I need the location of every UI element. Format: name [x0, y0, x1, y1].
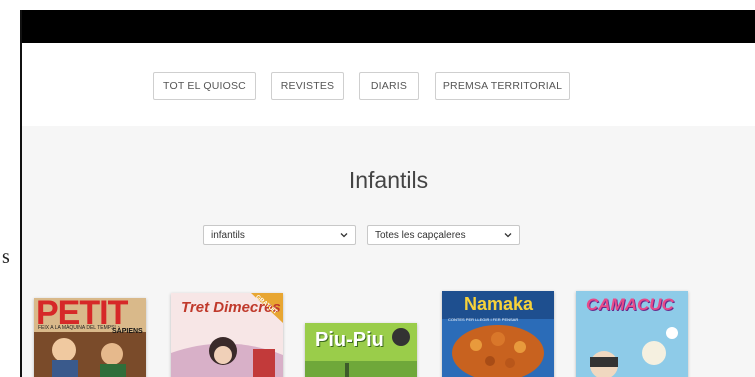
magazine-cover-dimecres[interactable]: Tret Dimecres GRATUÏT	[171, 293, 283, 377]
cover-title: Namaka	[464, 294, 534, 314]
magazine-cover-piu-piu[interactable]: Piu-Piu	[305, 323, 417, 377]
nav-premsa-territorial-button[interactable]: PREMSA TERRITORIAL	[435, 72, 570, 100]
cover-subtitle: SÀPIENS	[112, 328, 143, 335]
chevron-down-icon	[340, 233, 348, 238]
title-select[interactable]: Totes les capçaleres	[367, 225, 520, 245]
embedded-page-frame: TOT EL QUIOSC REVISTES DIARIS PREMSA TER…	[22, 10, 755, 377]
cover-title: CAMACUC	[586, 295, 674, 314]
magazine-cover-petit-sapiens[interactable]: PETIT FEIX A LA MÀQUINA DEL TEMPS! SÀPIE…	[34, 298, 146, 377]
content-area: Infantils infantils Totes les capçaleres	[22, 126, 755, 377]
cover-tagline: FEIX A LA MÀQUINA DEL TEMPS!	[38, 325, 116, 331]
section-title: Infantils	[348, 167, 429, 193]
chevron-down-icon	[504, 233, 512, 238]
magazine-cover-namaka[interactable]: Namaka CONTES PER LLEGIR I FER PENSAR	[442, 291, 554, 377]
category-select-value: infantils	[211, 229, 245, 241]
category-select[interactable]: infantils	[203, 225, 356, 245]
category-nav: TOT EL QUIOSC REVISTES DIARIS PREMSA TER…	[22, 43, 755, 126]
nav-revistes-button[interactable]: REVISTES	[271, 72, 344, 100]
magazine-cover-camacuc[interactable]: CAMACUC	[576, 291, 688, 377]
title-select-value: Totes les capçaleres	[375, 229, 466, 241]
left-gutter	[0, 0, 20, 377]
nav-diaris-button[interactable]: DIARIS	[359, 72, 419, 100]
page-fragment-text: s	[2, 246, 10, 268]
nav-tot-el-quiosc-button[interactable]: TOT EL QUIOSC	[153, 72, 256, 100]
cover-title: Piu-Piu	[315, 329, 384, 351]
top-black-bar	[22, 10, 755, 43]
cover-subtitle: CONTES PER LLEGIR I FER PENSAR	[448, 317, 519, 322]
